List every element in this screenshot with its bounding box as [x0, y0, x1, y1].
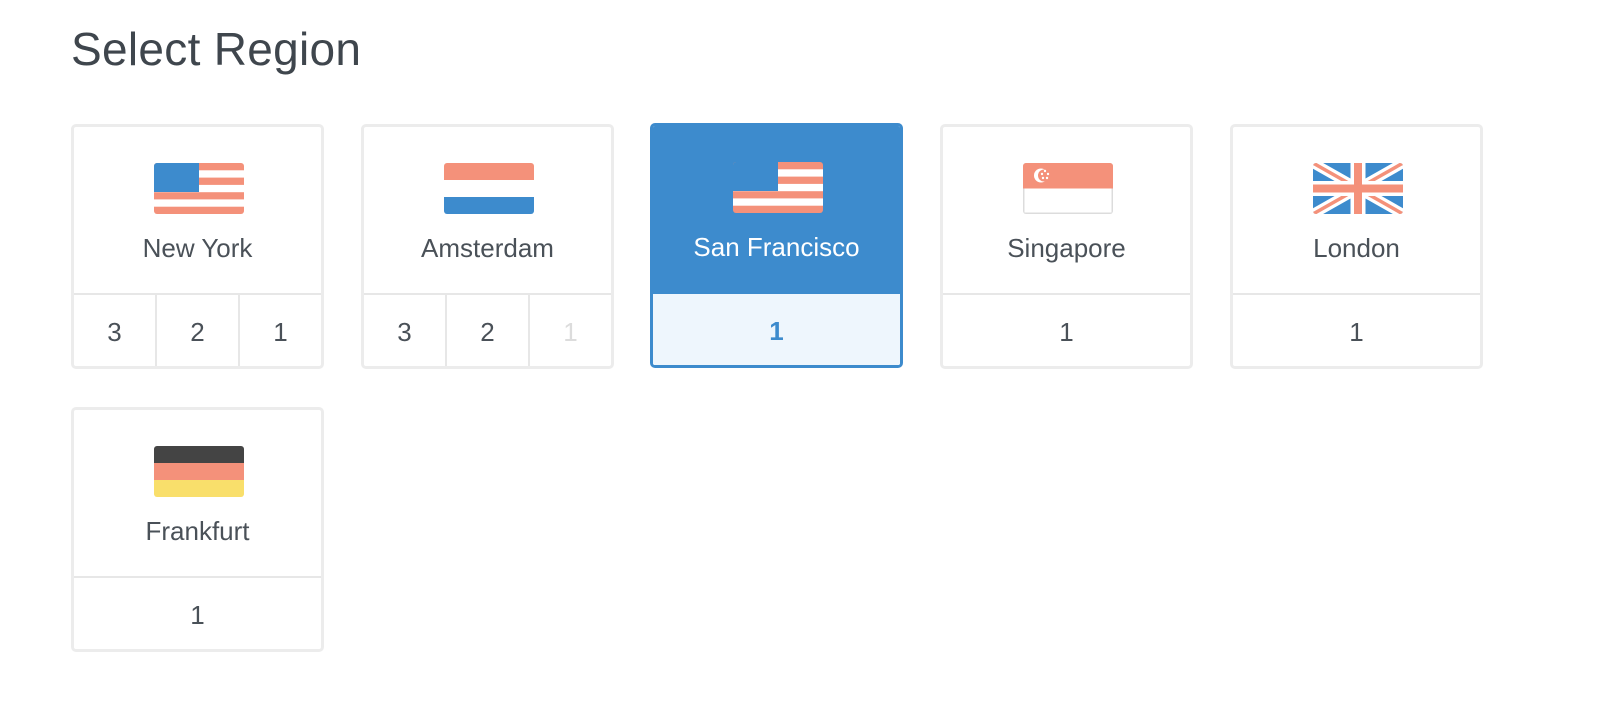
region-card-header: New York — [74, 127, 321, 295]
region-card-header: Singapore — [943, 127, 1190, 295]
droplet-options: 3 2 1 — [364, 295, 611, 366]
region-card-london[interactable]: London 1 — [1230, 124, 1483, 369]
option-1-disabled: 1 — [563, 316, 578, 347]
region-name: San Francisco — [693, 232, 860, 262]
region-card-header: Frankfurt — [74, 410, 321, 578]
option-1[interactable]: 1 — [240, 295, 321, 366]
de-flag-icon — [154, 446, 244, 497]
region-name: London — [1313, 233, 1400, 263]
region-name: Frankfurt — [145, 516, 250, 546]
region-card-frankfurt[interactable]: Frankfurt 1 — [71, 407, 324, 652]
region-card-san-francisco[interactable]: San Francisco 1 — [650, 123, 903, 368]
droplet-options: 1 — [74, 578, 321, 649]
region-card-header: London — [1233, 127, 1480, 295]
region-card-header: Amsterdam — [364, 127, 611, 295]
us-flag-icon — [733, 162, 823, 213]
option-1[interactable]: 1 — [943, 295, 1190, 366]
region-selector: Select Region New York 3 2 1 Amsterdam 3… — [0, 0, 1600, 720]
option-3[interactable]: 3 — [364, 295, 447, 366]
region-card-new-york[interactable]: New York 3 2 1 — [71, 124, 324, 369]
option-1-selected[interactable]: 1 — [653, 294, 900, 365]
region-name: New York — [142, 233, 253, 263]
droplet-options: 3 2 1 — [74, 295, 321, 366]
droplet-options: 1 — [653, 294, 900, 365]
region-name: Singapore — [1007, 233, 1126, 263]
option-2[interactable]: 2 — [447, 295, 530, 366]
droplet-options: 1 — [1233, 295, 1480, 366]
option-3[interactable]: 3 — [74, 295, 157, 366]
region-card-singapore[interactable]: Singapore 1 — [940, 124, 1193, 369]
nl-flag-icon — [444, 163, 534, 214]
sg-flag-icon — [1023, 163, 1113, 214]
region-card-amsterdam[interactable]: Amsterdam 3 2 1 — [361, 124, 614, 369]
option-2[interactable]: 2 — [157, 295, 240, 366]
page-title: Select Region — [71, 23, 362, 75]
us-flag-icon — [154, 163, 244, 214]
uk-flag-icon — [1313, 163, 1403, 214]
region-card-header: San Francisco — [653, 126, 900, 294]
region-name: Amsterdam — [421, 233, 554, 263]
option-1[interactable]: 1 — [1233, 295, 1480, 366]
droplet-options: 1 — [943, 295, 1190, 366]
option-1[interactable]: 1 — [74, 578, 321, 649]
